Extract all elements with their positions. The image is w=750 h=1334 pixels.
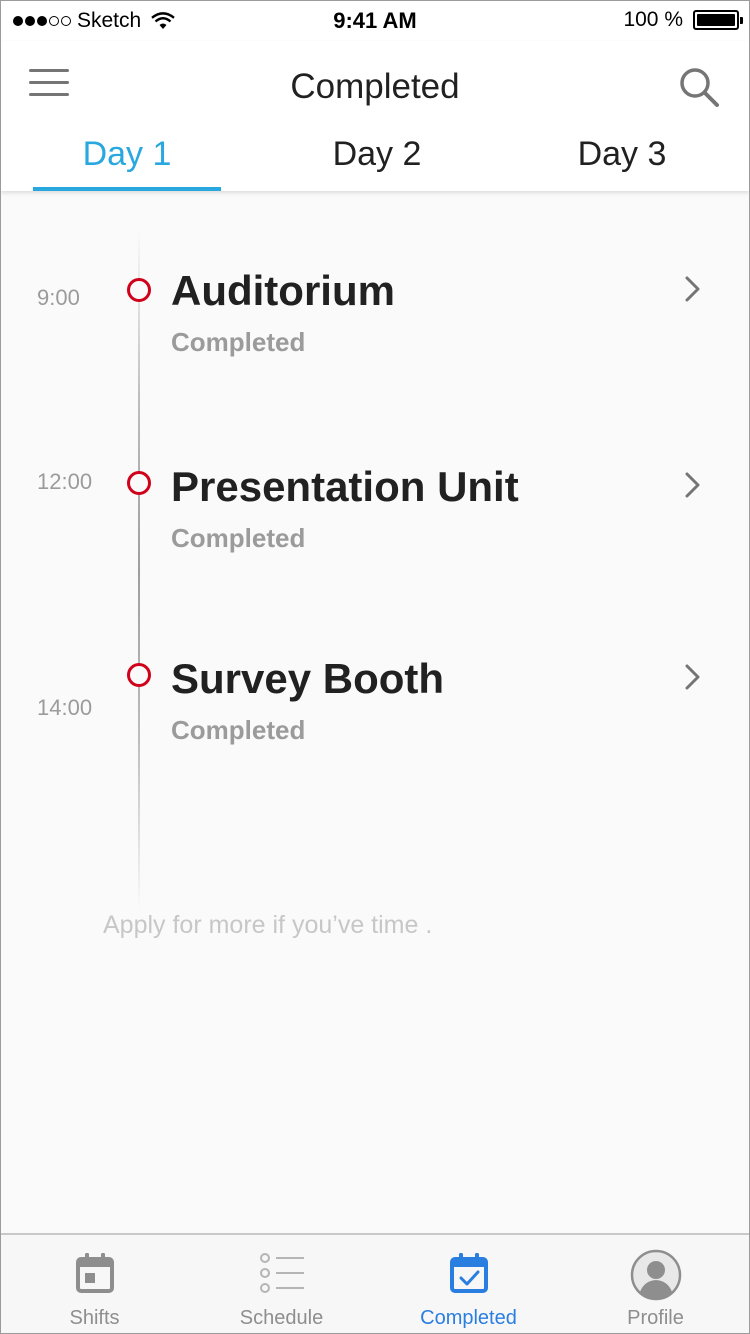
chevron-right-icon: [685, 664, 700, 690]
item-time: 14:00: [37, 695, 93, 720]
tab-day-3[interactable]: Day 3: [528, 129, 716, 191]
chevron-right-icon: [685, 276, 700, 302]
tabbar-label: Completed: [420, 1307, 517, 1329]
active-tab-indicator: [33, 187, 221, 191]
page-title: Completed: [290, 67, 460, 106]
profile-icon: [630, 1249, 681, 1301]
chevron-right-icon: [685, 472, 700, 498]
status-bar: Sketch 9:41 AM 100 %: [1, 1, 749, 41]
tabbar-item-shifts[interactable]: Shifts: [1, 1235, 188, 1333]
bottom-tab-bar: Shifts Schedule Completed Profile: [1, 1233, 749, 1333]
nav-header: Completed Day 1 Day 2 Day 3: [1, 41, 749, 191]
day-tabs: Day 1 Day 2 Day 3: [1, 129, 749, 191]
app-screen: Sketch 9:41 AM 100 % Completed Day 1 Day…: [0, 0, 750, 1334]
apply-more-note: Apply for more if you’ve time .: [103, 911, 433, 939]
calendar-check-icon: [449, 1253, 488, 1293]
timeline-dot-icon: [127, 278, 151, 302]
item-title: Auditorium: [171, 267, 395, 314]
battery-percent: 100 %: [623, 8, 683, 31]
item-status: Completed: [171, 715, 306, 745]
timeline-item-survey-booth[interactable]: 14:00 Survey Booth Completed: [1, 653, 749, 773]
battery-icon: [693, 10, 743, 30]
tabbar-label: Schedule: [239, 1307, 324, 1329]
tabbar-item-profile[interactable]: Profile: [562, 1235, 749, 1333]
tabbar-label: Shifts: [69, 1307, 120, 1329]
status-right: 100 %: [623, 8, 743, 32]
item-title: Survey Booth: [171, 655, 445, 702]
timeline-item-auditorium[interactable]: 9:00 Auditorium Completed: [1, 265, 749, 385]
timeline-item-presentation-unit[interactable]: 12:00 Presentation Unit Completed: [1, 461, 749, 581]
calendar-icon: [75, 1253, 114, 1293]
tab-day-1[interactable]: Day 1: [33, 129, 221, 191]
item-time: 12:00: [37, 469, 93, 494]
tab-day-2[interactable]: Day 2: [283, 129, 471, 191]
item-status: Completed: [171, 327, 306, 357]
item-status: Completed: [171, 523, 306, 553]
search-button[interactable]: [677, 65, 725, 113]
search-icon: [680, 68, 719, 107]
timeline-dot-icon: [127, 663, 151, 687]
item-time: 9:00: [37, 285, 80, 310]
tabbar-label: Profile: [627, 1307, 684, 1329]
item-title: Presentation Unit: [171, 463, 519, 510]
tabbar-item-completed[interactable]: Completed: [375, 1235, 562, 1333]
tabbar-item-schedule[interactable]: Schedule: [188, 1235, 375, 1333]
timeline-dot-icon: [127, 471, 151, 495]
list-icon: [259, 1253, 304, 1293]
